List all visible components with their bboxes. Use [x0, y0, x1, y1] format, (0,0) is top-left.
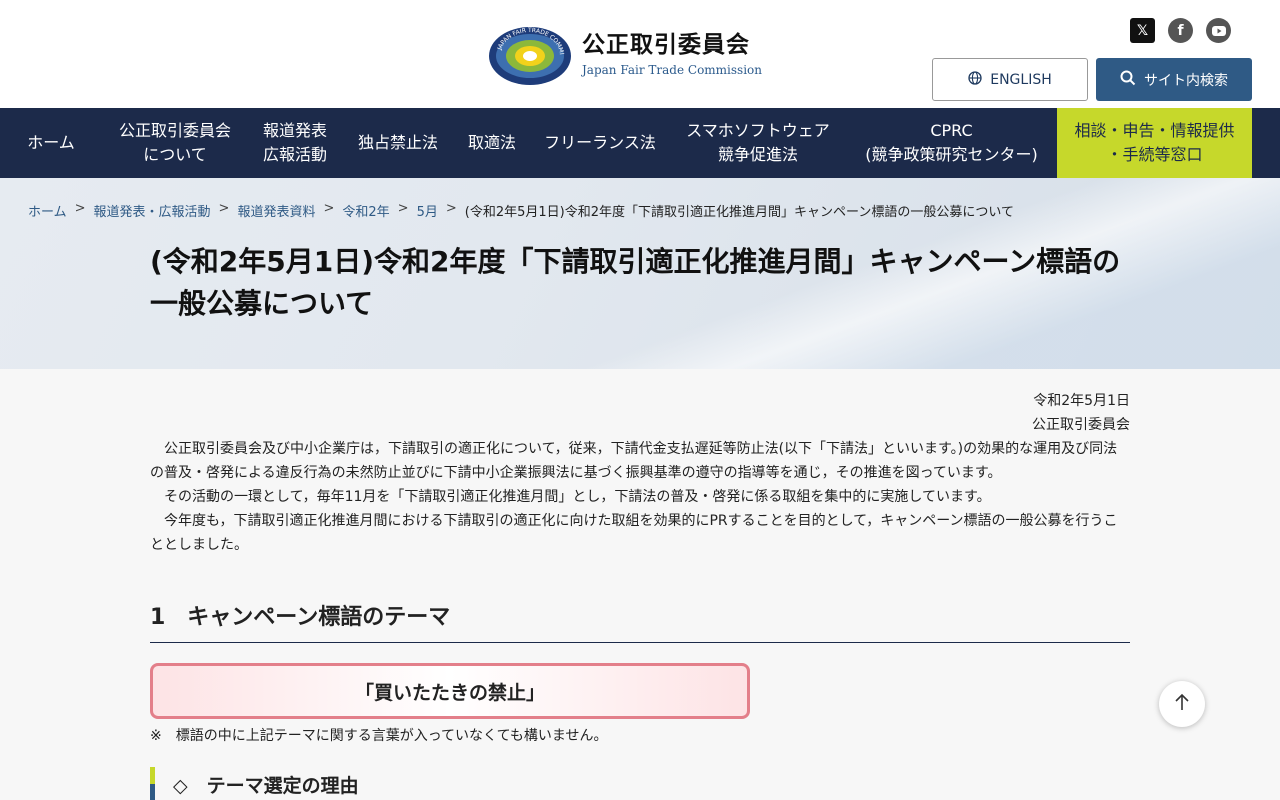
subheading-theme-reason: ◇ テーマ選定の理由 — [150, 767, 1130, 800]
page-hero: ホーム > 報道発表・広報活動 > 報道発表資料 > 令和2年 > 5月 > (… — [0, 178, 1280, 369]
facebook-icon[interactable]: f — [1168, 18, 1193, 43]
nav-item-cprc[interactable]: CPRC (競争政策研究センター) — [846, 108, 1057, 178]
back-to-top-button[interactable] — [1159, 681, 1205, 727]
globe-icon — [968, 70, 982, 89]
theme-note: ※ 標語の中に上記テーマに関する言葉が入っていなくても構いません。 — [150, 728, 608, 744]
site-header: JAPAN FAIR TRADE COMMISSION 公正取引委員会 Japa… — [0, 0, 1280, 108]
section-heading-theme: 1 キャンペーン標語のテーマ — [150, 599, 1130, 643]
search-icon — [1120, 70, 1136, 90]
issuer: 公正取引委員会 — [1032, 417, 1130, 433]
body-paragraph: 公正取引委員会及び中小企業庁は，下請取引の適正化について，従来，下請代金支払遅延… — [150, 441, 1118, 481]
arrow-up-icon — [1174, 692, 1190, 716]
english-label: ENGLISH — [990, 71, 1052, 88]
breadcrumb-year[interactable]: 令和2年 — [342, 201, 389, 220]
date-issuer-block: 令和2年5月1日 公正取引委員会 — [150, 389, 1130, 437]
nav-item-subcontract[interactable]: 取適法 — [454, 108, 530, 178]
breadcrumb-month[interactable]: 5月 — [417, 201, 438, 220]
release-date: 令和2年5月1日 — [1033, 393, 1130, 409]
nav-item-antimonopoly[interactable]: 独占禁止法 — [342, 108, 454, 178]
page-title: (令和2年5月1日)令和2年度「下請取引適正化推進月間」キャンペーン標語の一般公… — [150, 245, 1121, 320]
nav-item-press[interactable]: 報道発表 広報活動 — [248, 108, 342, 178]
body-paragraph: 今年度も，下請取引適正化推進月間における下請取引の適正化に向けた取組を効果的にP… — [150, 513, 1118, 553]
nav-item-home[interactable]: ホーム — [0, 108, 102, 178]
site-search-button[interactable]: サイト内検索 — [1096, 58, 1252, 101]
theme-box: 「買いたたきの禁止」 — [150, 663, 750, 719]
main-nav: ホーム 公正取引委員会 について 報道発表 広報活動 独占禁止法 取適法 フリー… — [0, 108, 1280, 178]
nav-item-freelance[interactable]: フリーランス法 — [530, 108, 670, 178]
nav-item-about[interactable]: 公正取引委員会 について — [102, 108, 248, 178]
logo-emblem-icon: JAPAN FAIR TRADE COMMISSION — [486, 17, 572, 86]
breadcrumb-press-materials[interactable]: 報道発表資料 — [237, 201, 315, 220]
social-links: 𝕏 f — [1130, 18, 1231, 43]
site-logo[interactable]: JAPAN FAIR TRADE COMMISSION 公正取引委員会 Japa… — [486, 17, 762, 86]
english-button[interactable]: ENGLISH — [932, 58, 1088, 101]
nav-item-consultation[interactable]: 相談・申告・情報提供 ・手続等窓口 — [1057, 108, 1252, 178]
breadcrumb-press[interactable]: 報道発表・広報活動 — [94, 201, 211, 220]
nav-item-smartphone[interactable]: スマホソフトウェア 競争促進法 — [670, 108, 846, 178]
x-icon[interactable]: 𝕏 — [1130, 18, 1155, 43]
body-paragraph: その活動の一環として，毎年11月を「下請取引適正化推進月間」とし，下請法の普及・… — [164, 489, 991, 505]
breadcrumb: ホーム > 報道発表・広報活動 > 報道発表資料 > 令和2年 > 5月 > (… — [28, 201, 1014, 220]
youtube-icon[interactable] — [1206, 18, 1231, 43]
org-name-en: Japan Fair Trade Commission — [582, 63, 762, 77]
main-content: 令和2年5月1日 公正取引委員会 公正取引委員会及び中小企業庁は，下請取引の適正… — [150, 369, 1130, 800]
breadcrumb-current: (令和2年5月1日)令和2年度「下請取引適正化推進月間」キャンペーン標語の一般公… — [464, 205, 1014, 220]
org-name-ja: 公正取引委員会 — [582, 32, 750, 58]
breadcrumb-home[interactable]: ホーム — [28, 201, 67, 220]
search-label: サイト内検索 — [1144, 72, 1228, 89]
